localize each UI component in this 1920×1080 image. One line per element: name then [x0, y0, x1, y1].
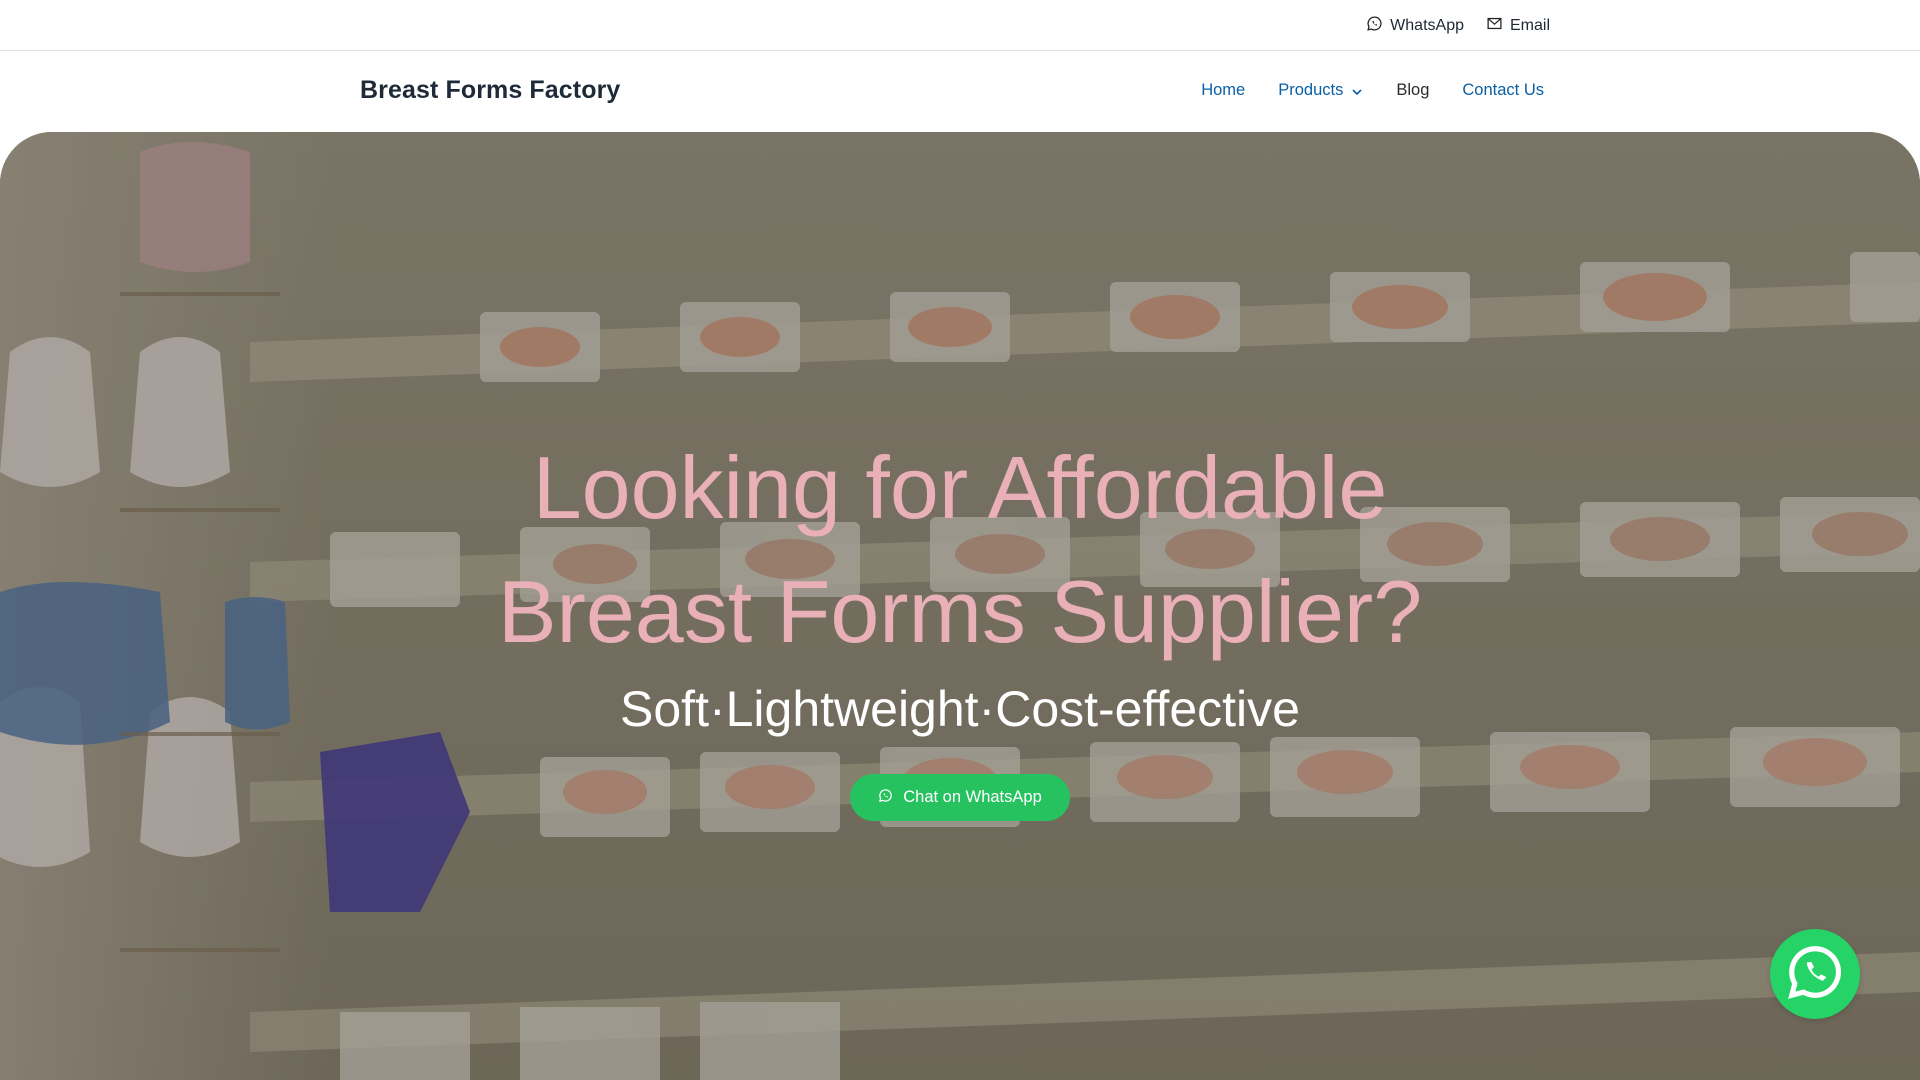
- nav-products-label: Products: [1278, 81, 1344, 99]
- chevron-down-icon[interactable]: [1351, 84, 1363, 98]
- mail-icon: [1486, 15, 1503, 37]
- topbar-email-label: Email: [1509, 17, 1550, 34]
- nav-contact[interactable]: Contact Us: [1462, 81, 1544, 100]
- nav-products[interactable]: Products: [1278, 81, 1363, 100]
- nav-blog[interactable]: Blog: [1396, 81, 1429, 100]
- floating-whatsapp-button[interactable]: [1770, 929, 1860, 1019]
- site-logo-text[interactable]: Breast Forms Factory: [360, 76, 620, 105]
- nav-home-label: Home: [1201, 81, 1246, 99]
- hero-headline-line2: Breast Forms Supplier?: [497, 562, 1423, 661]
- topbar-whatsapp-label: WhatsApp: [1390, 17, 1464, 34]
- hero-headline-line1: Looking for Affordable: [532, 438, 1388, 537]
- top-contact-bar: WhatsApp Email: [0, 0, 1920, 51]
- whatsapp-icon: [878, 788, 893, 808]
- nav-blog-label: Blog: [1396, 81, 1430, 99]
- nav-home[interactable]: Home: [1201, 81, 1245, 100]
- site-header: Breast Forms Factory Home Products Blog …: [0, 52, 1920, 132]
- hero-section: Looking for Affordable Breast Forms Supp…: [0, 132, 1920, 1080]
- topbar-email-link[interactable]: Email: [1486, 15, 1550, 37]
- top-contacts: WhatsApp Email: [1366, 15, 1550, 37]
- nav-contact-label: Contact Us: [1462, 81, 1544, 99]
- main-nav: Home Products Blog Contact Us: [1201, 81, 1544, 100]
- topbar-whatsapp-link[interactable]: WhatsApp: [1366, 15, 1464, 37]
- cta-label: Chat on WhatsApp: [903, 788, 1042, 806]
- hero-subheadline: Soft·Lightweight·Cost-effective: [620, 681, 1300, 737]
- whatsapp-icon: [1784, 941, 1846, 1008]
- chat-on-whatsapp-button[interactable]: Chat on WhatsApp: [850, 774, 1070, 821]
- whatsapp-icon: [1366, 15, 1383, 37]
